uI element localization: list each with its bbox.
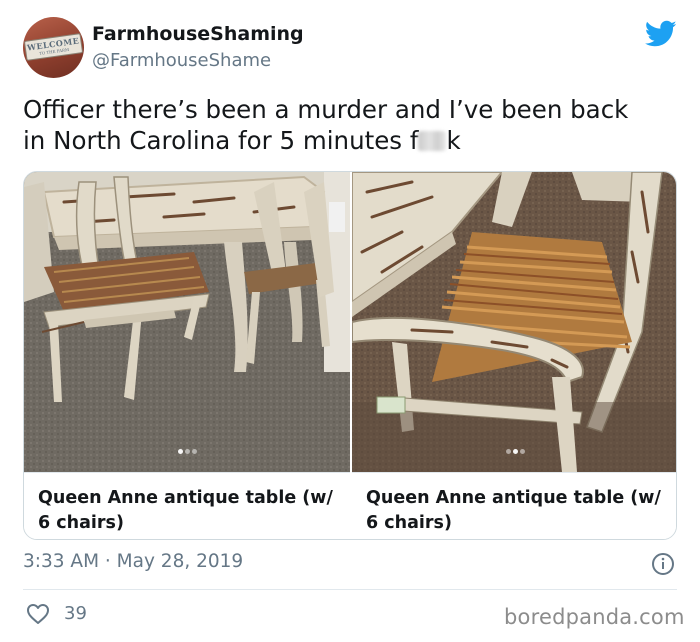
watermark: boredpanda.com [504,605,685,629]
avatar[interactable]: WELCOME TO THE FARM [23,17,84,78]
tweet-text-line-2-prefix: in North Carolina for 5 minutes f [23,126,419,155]
carousel-dot [512,449,518,454]
carousel-dot [519,449,525,454]
media-card-1[interactable]: Queen Anne antique table (w/ 6 chairs) [24,172,350,539]
heart-icon[interactable] [26,603,50,625]
media-card-2[interactable]: Queen Anne antique table (w/ 6 chairs) [352,172,676,539]
carousel-dots-2 [352,439,676,458]
tweet-text-line-1: Officer there’s been a murder and I’ve b… [23,95,629,124]
card-caption-text-2: Queen Anne antique table (w/ 6 chairs) [366,488,661,533]
table-chairs-photo-1 [24,172,350,472]
display-name[interactable]: FarmhouseShaming [92,23,304,45]
carousel-dot [177,449,183,454]
tweet-text-line-2-suffix: k [446,126,461,155]
carousel-dot [184,449,190,454]
tweet-timestamp[interactable]: 3:33 AM · May 28, 2019 [23,551,243,572]
carousel-dot [191,449,197,454]
tweet-card: WELCOME TO THE FARM FarmhouseShaming @Fa… [0,0,700,642]
card-caption-1[interactable]: Queen Anne antique table (w/ 6 chairs) [24,472,350,539]
card-caption-2[interactable]: Queen Anne antique table (w/ 6 chairs) [352,472,676,539]
tweet-text: Officer there’s been a murder and I’ve b… [23,94,683,156]
like-count: 39 [64,603,87,624]
card-photo-1[interactable] [24,172,350,472]
info-icon[interactable] [651,552,675,576]
card-caption-text-1: Queen Anne antique table (w/ 6 chairs) [38,488,333,533]
avatar-sign: WELCOME TO THE FARM [23,33,84,61]
censor-blur [418,131,447,151]
carousel-dot [505,449,511,454]
card-photo-2[interactable] [352,172,676,472]
separator [23,589,677,590]
user-handle[interactable]: @FarmhouseShame [92,50,271,71]
chair-closeup-photo-2 [352,172,676,472]
media-cards: Queen Anne antique table (w/ 6 chairs) Q… [23,171,677,540]
tweet-text-line-2: in North Carolina for 5 minutes f k [23,125,683,156]
twitter-bird-icon[interactable] [645,20,677,48]
carousel-dots-1 [24,439,350,458]
